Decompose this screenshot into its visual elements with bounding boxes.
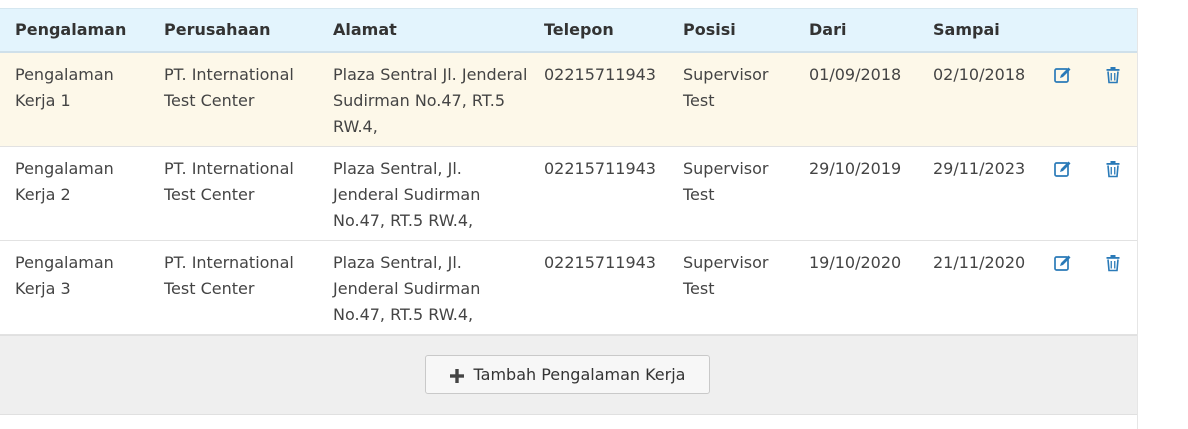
experience-table: Pengalaman Perusahaan Alamat Telepon Pos…	[0, 8, 1137, 335]
edit-icon[interactable]	[1053, 159, 1073, 179]
cell-perusahaan: PT. International Test Center	[149, 146, 318, 241]
cell-alamat: Plaza Sentral Jl. Jenderal Sudirman No.4…	[318, 51, 529, 147]
delete-cell	[1088, 51, 1137, 147]
cell-sampai: 21/11/2020	[918, 240, 1038, 335]
trash-icon[interactable]	[1103, 159, 1123, 179]
cell-dari: 01/09/2018	[794, 51, 918, 147]
cell-telepon: 02215711943	[529, 51, 668, 147]
header-sampai[interactable]: Sampai	[918, 8, 1038, 53]
edit-cell	[1038, 146, 1088, 241]
delete-cell	[1088, 146, 1137, 241]
edit-cell	[1038, 51, 1088, 147]
cell-posisi: Supervisor Test	[668, 240, 794, 335]
cell-perusahaan: PT. International Test Center	[149, 51, 318, 147]
header-edit-action	[1038, 8, 1088, 53]
experience-panel: Pengalaman Perusahaan Alamat Telepon Pos…	[0, 0, 1138, 429]
header-posisi[interactable]: Posisi	[668, 8, 794, 53]
add-experience-button[interactable]: Tambah Pengalaman Kerja	[425, 355, 710, 394]
cell-posisi: Supervisor Test	[668, 51, 794, 147]
header-pengalaman[interactable]: Pengalaman	[0, 8, 149, 53]
header-dari[interactable]: Dari	[794, 8, 918, 53]
cell-pengalaman: Pengalaman Kerja 2	[0, 146, 149, 241]
cell-posisi: Supervisor Test	[668, 146, 794, 241]
cell-pengalaman: Pengalaman Kerja 1	[0, 51, 149, 147]
header-perusahaan[interactable]: Perusahaan	[149, 8, 318, 53]
trash-icon[interactable]	[1103, 65, 1123, 85]
cell-pengalaman: Pengalaman Kerja 3	[0, 240, 149, 335]
cell-dari: 29/10/2019	[794, 146, 918, 241]
cell-telepon: 02215711943	[529, 146, 668, 241]
cell-perusahaan: PT. International Test Center	[149, 240, 318, 335]
plus-icon	[449, 368, 464, 383]
cell-sampai: 02/10/2018	[918, 51, 1038, 147]
header-telepon[interactable]: Telepon	[529, 8, 668, 53]
table-row[interactable]: Pengalaman Kerja 3 PT. International Tes…	[0, 240, 1137, 335]
delete-cell	[1088, 240, 1137, 335]
table-footer: Tambah Pengalaman Kerja	[0, 335, 1137, 415]
table-row[interactable]: Pengalaman Kerja 2 PT. International Tes…	[0, 146, 1137, 241]
header-delete-action	[1088, 8, 1137, 53]
cell-dari: 19/10/2020	[794, 240, 918, 335]
cell-telepon: 02215711943	[529, 240, 668, 335]
table-row[interactable]: Pengalaman Kerja 1 PT. International Tes…	[0, 51, 1137, 147]
trash-icon[interactable]	[1103, 253, 1123, 273]
edit-icon[interactable]	[1053, 253, 1073, 273]
edit-icon[interactable]	[1053, 65, 1073, 85]
top-strip	[0, 0, 1138, 8]
edit-cell	[1038, 240, 1088, 335]
cell-alamat: Plaza Sentral, Jl. Jenderal Sudirman No.…	[318, 240, 529, 335]
cell-alamat: Plaza Sentral, Jl. Jenderal Sudirman No.…	[318, 146, 529, 241]
add-experience-label: Tambah Pengalaman Kerja	[473, 365, 686, 384]
cell-sampai: 29/11/2023	[918, 146, 1038, 241]
header-alamat[interactable]: Alamat	[318, 8, 529, 53]
table-header-row: Pengalaman Perusahaan Alamat Telepon Pos…	[0, 8, 1137, 53]
